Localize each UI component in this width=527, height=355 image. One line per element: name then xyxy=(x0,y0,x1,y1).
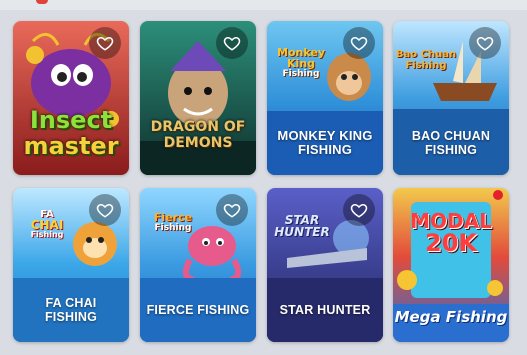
game-logo-insect-master: Insect master xyxy=(13,107,129,159)
game-title-label: BAO CHUAN FISHING xyxy=(411,129,491,157)
game-logo-bao-chuan-fishing: Bao Chuan Fishing xyxy=(395,49,457,71)
game-card-star-hunter[interactable]: STAR HUNTER STAR HUNTER xyxy=(267,188,383,342)
game-title-band: BAO CHUAN FISHING xyxy=(393,111,509,175)
logo-line: CHAI xyxy=(30,218,64,232)
logo-line: Bao Chuan xyxy=(395,49,457,60)
game-grid: Insect master DRAGON OF DEMONS Monkey Ki… xyxy=(0,0,527,355)
game-card-fierce-fishing[interactable]: Fierce Fishing FIERCE FISHING xyxy=(140,188,256,342)
game-logo-mega-fishing: MODAL 20K xyxy=(393,210,509,257)
favorite-button[interactable] xyxy=(89,194,121,226)
game-logo-star-hunter: STAR HUNTER xyxy=(271,214,333,238)
logo-line: Insect xyxy=(29,106,113,134)
game-card-fa-chai-fishing[interactable]: FA CHAI Fishing FA CHAI FISHING xyxy=(13,188,129,342)
logo-line: Fishing xyxy=(405,60,447,71)
favorite-button[interactable] xyxy=(216,27,248,59)
heart-outline-icon xyxy=(96,36,114,51)
game-title-label: STAR HUNTER xyxy=(279,303,371,317)
game-logo-monkey-king-fishing: Monkey King Fishing xyxy=(269,47,333,80)
logo-line: Fishing xyxy=(282,69,320,79)
logo-line: Mega Fishing xyxy=(394,308,508,326)
game-logo-fa-chai-fishing: FA CHAI Fishing xyxy=(19,210,75,240)
game-title-label: FA CHAI FISHING xyxy=(44,296,98,324)
game-card-mega-fishing[interactable]: MODAL 20K Mega Fishing xyxy=(393,188,509,342)
game-title-label: FIERCE FISHING xyxy=(146,303,250,317)
favorite-button[interactable] xyxy=(89,27,121,59)
game-card-bao-chuan-fishing[interactable]: Bao Chuan Fishing BAO CHUAN FISHING xyxy=(393,21,509,175)
game-card-monkey-king-fishing[interactable]: Monkey King Fishing MONKEY KING FISHING xyxy=(267,21,383,175)
heart-outline-icon xyxy=(223,203,241,218)
heart-outline-icon xyxy=(350,203,368,218)
game-title-band: STAR HUNTER xyxy=(267,278,383,342)
game-title-band: FA CHAI FISHING xyxy=(13,278,129,342)
heart-outline-icon xyxy=(476,36,494,51)
logo-line: DEMONS xyxy=(163,135,233,151)
logo-line: 20K xyxy=(425,229,477,257)
game-logo-fierce-fishing: Fierce Fishing xyxy=(142,212,204,234)
heart-outline-icon xyxy=(96,203,114,218)
game-title-band: FIERCE FISHING xyxy=(140,278,256,342)
heart-outline-icon xyxy=(350,36,368,51)
logo-line: DRAGON OF xyxy=(150,119,246,135)
game-logo-mega-fishing-footer: Mega Fishing xyxy=(393,308,509,326)
game-title-band: MONKEY KING FISHING xyxy=(267,111,383,175)
new-badge-dot xyxy=(493,190,503,200)
favorite-button[interactable] xyxy=(216,194,248,226)
logo-line: Fierce xyxy=(153,211,193,224)
favorite-button[interactable] xyxy=(469,27,501,59)
heart-outline-icon xyxy=(223,36,241,51)
favorite-button[interactable] xyxy=(343,27,375,59)
game-card-dragon-of-demons[interactable]: DRAGON OF DEMONS xyxy=(140,21,256,175)
logo-line: Fishing xyxy=(154,223,192,233)
game-card-insect-master[interactable]: Insect master xyxy=(13,21,129,175)
game-title-label: MONKEY KING FISHING xyxy=(277,128,373,157)
logo-line: HUNTER xyxy=(274,225,330,239)
favorite-button[interactable] xyxy=(343,194,375,226)
logo-line: King xyxy=(287,57,315,70)
game-logo-dragon-of-demons: DRAGON OF DEMONS xyxy=(140,119,256,151)
logo-line: master xyxy=(23,132,119,160)
logo-line: Fishing xyxy=(30,230,64,239)
